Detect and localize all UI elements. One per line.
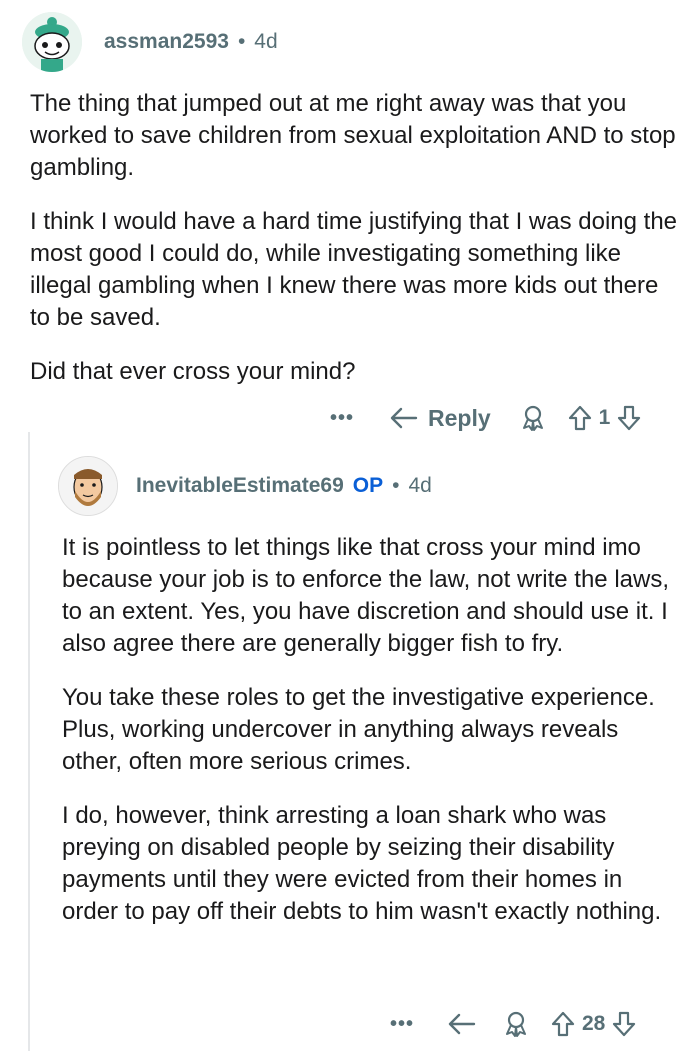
timestamp: 4d <box>254 30 278 53</box>
more-icon[interactable]: ••• <box>390 1013 422 1036</box>
downvote-icon[interactable] <box>611 1010 637 1038</box>
upvote-icon[interactable] <box>567 404 593 432</box>
comment-body: It is pointless to let things like that … <box>62 532 682 928</box>
paragraph: It is pointless to let things like that … <box>62 534 669 657</box>
username[interactable]: InevitableEstimate69 <box>136 474 344 498</box>
avatar-snoo-icon[interactable] <box>22 12 82 72</box>
reply-button[interactable]: Reply <box>388 405 491 432</box>
separator-dot: • <box>392 474 400 497</box>
comment-actions: ••• Reply 1 <box>330 398 642 438</box>
vote-count: 1 <box>598 406 611 429</box>
comment-body: The thing that jumped out at me right aw… <box>30 88 680 388</box>
separator-dot: • <box>237 30 246 53</box>
upvote-icon[interactable] <box>550 1010 576 1038</box>
avatar-bearded-icon[interactable] <box>58 456 118 516</box>
paragraph: The thing that jumped out at me right aw… <box>30 90 676 181</box>
comment-header: assman2593 • 4d <box>22 12 278 72</box>
vote-count: 28 <box>582 1012 606 1035</box>
reply-arrow-icon[interactable] <box>446 1011 478 1037</box>
paragraph: I think I would have a hard time justify… <box>30 208 678 331</box>
reply-label: Reply <box>428 404 491 431</box>
more-icon[interactable]: ••• <box>330 407 362 430</box>
comment-header: InevitableEstimate69 OP • 4d <box>58 456 432 516</box>
thread-line[interactable] <box>28 432 30 1051</box>
award-icon[interactable] <box>519 404 547 432</box>
reply-arrow-icon <box>388 405 420 431</box>
username[interactable]: assman2593 <box>104 30 229 54</box>
paragraph: I do, however, think arresting a loan sh… <box>62 802 662 925</box>
paragraph: You take these roles to get the investig… <box>62 684 655 775</box>
timestamp: 4d <box>408 474 432 497</box>
op-badge: OP <box>352 474 384 497</box>
downvote-icon[interactable] <box>616 404 642 432</box>
comment-actions: ••• 28 <box>390 1004 637 1044</box>
award-icon[interactable] <box>502 1010 530 1038</box>
paragraph: Did that ever cross your mind? <box>30 358 356 385</box>
